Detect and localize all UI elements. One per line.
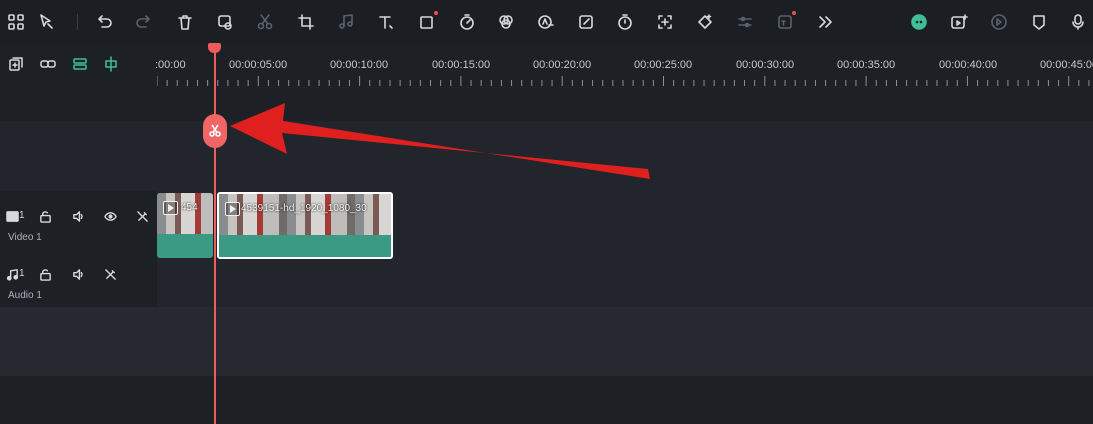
magnetic-timeline-icon[interactable] [70, 54, 90, 74]
edit-icon[interactable] [575, 11, 597, 33]
ai-tools-icon[interactable] [535, 11, 557, 33]
empty-track-area[interactable] [0, 121, 1093, 191]
ruler-label: 00:00:05:00 [229, 59, 288, 71]
timer-icon[interactable] [614, 11, 636, 33]
video-track-header: 1 Video 1 [0, 191, 157, 260]
ruler-label: 00:00:35:00 [837, 59, 896, 71]
split-scissors-icon[interactable] [203, 114, 227, 148]
undo-icon[interactable] [93, 11, 115, 33]
crop-icon[interactable] [295, 11, 317, 33]
disabled-preview-icon [988, 11, 1010, 33]
timeline-ruler[interactable]: :00:00 00:00:05:00 00:00:10:00 00:00:15:… [0, 44, 1093, 120]
timeline-bottom-space [0, 376, 1093, 424]
ruler-label: 00:00:30:00 [736, 59, 795, 71]
ruler-label: 00:00:40:00 [939, 59, 998, 71]
volume-icon[interactable] [70, 208, 86, 224]
audio-track-icon [4, 266, 20, 282]
color-icon[interactable] [495, 11, 517, 33]
mute-edit-icon[interactable] [102, 266, 118, 282]
ruler-label: :00:00 [155, 59, 186, 71]
lock-icon[interactable] [37, 208, 53, 224]
avatar-icon[interactable] [908, 11, 930, 33]
ruler-label: 00:00:25:00 [634, 59, 693, 71]
snap-icon[interactable] [101, 54, 121, 74]
ruler-ticks [157, 76, 1090, 86]
playhead-line[interactable] [214, 44, 216, 424]
keyframe-icon[interactable] [694, 11, 716, 33]
marker-shield-icon[interactable] [1028, 11, 1050, 33]
notification-dot [434, 11, 438, 15]
video-clip-selected[interactable]: 4539151-hd_1920_1080_30 [217, 192, 393, 259]
audio-track-lane[interactable] [0, 260, 1093, 307]
render-preview-icon[interactable] [948, 11, 970, 33]
video-clip-icon [225, 202, 240, 216]
toolbar-divider [77, 14, 78, 30]
ai-text-icon[interactable] [774, 11, 796, 33]
delete-icon[interactable] [174, 11, 196, 33]
video-track-icon [4, 208, 20, 224]
text-icon[interactable] [375, 11, 397, 33]
mute-edit-icon[interactable] [134, 208, 150, 224]
timeline-toolbar [0, 0, 1093, 45]
audio-track-index: 1 [19, 268, 25, 279]
ripple-delete-icon[interactable] [214, 11, 236, 33]
clip-title: 4539151-hd_1920_1080_30 [241, 203, 367, 214]
clip-thumbnails [219, 194, 391, 235]
microphone-icon[interactable] [1067, 11, 1089, 33]
video-track-index: 1 [19, 210, 25, 221]
auto-reframe-icon[interactable] [654, 11, 676, 33]
clip-title: 454 [181, 202, 198, 213]
add-track-icon[interactable] [6, 54, 26, 74]
volume-icon[interactable] [70, 266, 86, 282]
audio-track-name: Audio 1 [8, 290, 42, 301]
speed-icon[interactable] [456, 11, 478, 33]
audio-music-icon[interactable] [335, 11, 357, 33]
video-clip[interactable]: 454 [157, 193, 213, 258]
ruler-label: 00:00:10:00 [330, 59, 389, 71]
scissors-icon[interactable] [254, 11, 276, 33]
lock-icon[interactable] [37, 266, 53, 282]
notification-dot [792, 11, 796, 15]
visibility-eye-icon[interactable] [102, 208, 118, 224]
empty-track-area[interactable] [0, 307, 1093, 376]
video-track-name: Video 1 [8, 232, 42, 243]
ruler-label: 00:00:20:00 [533, 59, 592, 71]
ruler-label: 00:00:45:00 [1040, 59, 1093, 71]
redo-icon[interactable] [133, 11, 155, 33]
layout-grid-icon[interactable] [5, 11, 27, 33]
video-clip-icon [163, 201, 178, 215]
link-clips-icon[interactable] [38, 54, 58, 74]
more-chevrons-icon[interactable] [814, 11, 836, 33]
audio-track-header: 1 Audio 1 [0, 260, 157, 307]
ruler-label: 00:00:15:00 [432, 59, 491, 71]
shape-icon[interactable] [416, 11, 438, 33]
adjust-sliders-icon[interactable] [734, 11, 756, 33]
select-arrow-icon[interactable] [36, 11, 58, 33]
